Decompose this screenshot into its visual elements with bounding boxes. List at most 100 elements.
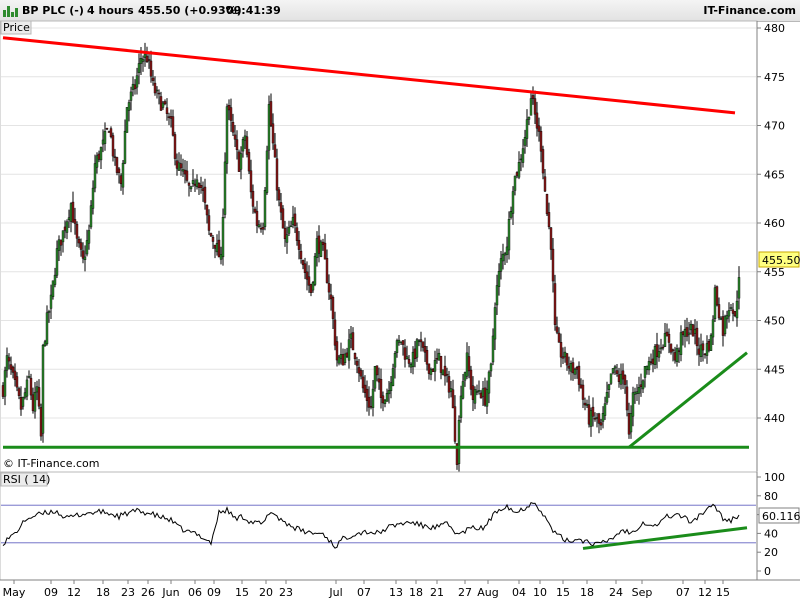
time-tick-label: May xyxy=(3,586,26,599)
candle-body xyxy=(541,149,545,174)
rsi-tick-label: 40 xyxy=(764,527,778,540)
candle-body xyxy=(231,121,235,133)
price-tick-label: 455 xyxy=(764,266,785,279)
candle-body xyxy=(631,392,635,417)
candle-body xyxy=(559,342,563,358)
time-axis-ticks: May 09 12 18 23 26 Jun 06 09 15 20 23 Jul 07 13 18 21 27 A… xyxy=(3,580,730,599)
candle-body xyxy=(3,370,7,397)
candle-body xyxy=(31,394,35,412)
time-tick-label: 24 xyxy=(609,586,623,599)
time-tick-label: 15 xyxy=(556,586,570,599)
candle-body xyxy=(129,91,133,101)
time-tick-label: 13 xyxy=(389,586,403,599)
candle-body xyxy=(209,233,213,237)
candle-body xyxy=(605,391,609,403)
candle-body xyxy=(667,333,671,343)
candle-body xyxy=(521,148,525,163)
candle-body xyxy=(91,187,95,209)
candle-body xyxy=(159,96,163,111)
candle-body xyxy=(135,75,139,88)
candle-body xyxy=(457,419,461,464)
candle-body xyxy=(705,343,709,356)
candle-body xyxy=(629,413,633,433)
candle-body xyxy=(89,205,93,228)
candle-body xyxy=(213,244,217,249)
candle-body xyxy=(645,365,649,370)
candle-body xyxy=(183,169,187,175)
candle-body xyxy=(543,176,547,192)
candle-body xyxy=(465,352,469,377)
candle-body xyxy=(125,107,129,133)
candle-body xyxy=(173,134,177,159)
candle-body xyxy=(309,284,313,293)
candle-body xyxy=(327,283,331,293)
candle-body xyxy=(539,131,543,152)
candle-body xyxy=(443,365,447,377)
candle-body xyxy=(267,104,271,151)
candle-body xyxy=(549,227,553,250)
price-tick-label: 480 xyxy=(764,22,785,35)
candle-body xyxy=(731,309,735,314)
candle-body xyxy=(75,223,79,239)
candle-body xyxy=(247,152,251,172)
candle-body xyxy=(165,107,169,114)
candle-body xyxy=(67,217,71,220)
candle-body xyxy=(99,147,103,161)
candle-body xyxy=(679,332,683,355)
candle-body xyxy=(707,341,711,351)
candle-body xyxy=(337,356,341,364)
candle-body xyxy=(487,371,491,394)
candle-body xyxy=(497,271,501,287)
candle-body xyxy=(35,386,39,393)
candle-body xyxy=(517,162,521,178)
candle-body xyxy=(53,274,57,285)
candle-body xyxy=(319,241,323,257)
candle-body xyxy=(43,341,47,347)
candle-body xyxy=(555,326,559,333)
candle-body xyxy=(145,55,149,63)
candle-body xyxy=(409,363,413,368)
time-tick-label: Aug xyxy=(477,586,498,599)
candle-body xyxy=(149,60,153,77)
candle-body xyxy=(623,375,627,385)
candle-body xyxy=(335,341,339,361)
candle-body xyxy=(271,123,275,144)
candle-body xyxy=(537,125,541,132)
candle-body xyxy=(697,348,701,355)
candle-body xyxy=(597,413,601,424)
candle-body xyxy=(471,385,475,400)
candle-body xyxy=(389,382,393,392)
time-tick-label: 23 xyxy=(121,586,135,599)
candle-body xyxy=(385,393,389,402)
candle-body xyxy=(399,341,403,343)
candle-body xyxy=(83,256,87,261)
candle-body xyxy=(229,107,233,121)
candle-body xyxy=(721,316,725,336)
candle-body xyxy=(343,353,347,364)
candle-body xyxy=(59,239,63,246)
candle-body xyxy=(595,417,599,419)
candle-body xyxy=(275,158,279,191)
candle-body xyxy=(723,316,727,335)
candle-body xyxy=(693,329,697,334)
candle-body xyxy=(95,155,99,168)
time-tick-label: 06 xyxy=(188,586,202,599)
candle-body xyxy=(387,390,391,395)
candle-body xyxy=(169,116,173,119)
candle-body xyxy=(107,131,111,133)
candle-body xyxy=(477,390,481,392)
candle-body xyxy=(365,388,369,401)
candle-body xyxy=(369,406,373,408)
candle-body xyxy=(5,355,9,371)
candle-body xyxy=(217,239,221,258)
candle-body xyxy=(171,116,175,136)
candle-body xyxy=(437,352,441,361)
candle-body xyxy=(633,391,637,395)
candle-body xyxy=(141,59,145,62)
time-tick-label: 10 xyxy=(533,586,547,599)
candle-body xyxy=(211,237,215,242)
candle-body xyxy=(9,364,13,370)
candle-body xyxy=(259,228,263,230)
candle-body xyxy=(55,248,59,276)
candle-body xyxy=(433,359,437,372)
